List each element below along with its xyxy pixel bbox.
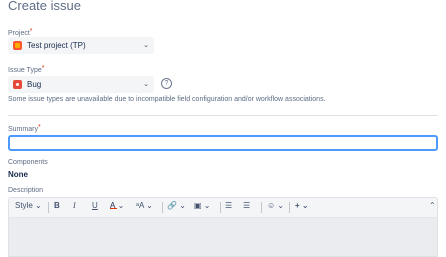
description-label: Description [8,187,44,194]
page-title: Create issue [8,0,81,13]
numbered-list-icon: ☰ [243,201,251,210]
toolbar-divider [162,202,163,213]
more-formatting-button[interactable]: ᵃA ⌄ [136,201,153,210]
link-button[interactable]: 🔗 ⌄ [167,201,186,210]
chevron-down-icon: ⌄ [35,201,42,210]
issue-type-required-mark: * [41,65,45,72]
project-select[interactable]: Test project (TP) ⌄ [8,37,154,54]
project-label-text: Project [8,30,30,37]
bullet-list-icon: ☰ [225,201,233,210]
emoji-icon: ☺ [267,201,276,210]
summary-input[interactable] [8,135,438,151]
chevron-down-icon: ⌄ [179,201,186,210]
style-label: Style [15,201,33,210]
components-label: Components [8,159,48,166]
project-avatar-icon [13,41,22,50]
text-color-icon: A [110,201,117,210]
toolbar-divider [48,202,49,213]
chevron-down-icon: ⌄ [143,81,149,88]
insert-button[interactable]: + ⌄ [295,201,309,210]
project-label: Project* [8,28,33,37]
issue-type-note: Some issue types are unavailable due to … [8,96,326,103]
more-formatting-icon: ᵃA [136,201,144,210]
description-editor[interactable] [8,217,438,257]
issue-type-select-value: Bug [27,80,42,89]
summary-label: Summary* [8,124,41,133]
chevron-down-icon: ⌄ [203,201,211,210]
issue-type-select[interactable]: Bug ⌄ [8,76,154,93]
summary-label-text: Summary [8,126,38,133]
toolbar-divider [220,202,221,213]
chevron-up-icon: ⌃ [429,201,436,210]
text-color-button[interactable]: A ⌄ [110,201,124,210]
project-select-value: Test project (TP) [27,41,86,50]
attachment-icon: ▣ [194,201,202,210]
bug-icon [13,80,22,89]
underline-button[interactable]: U [92,201,98,210]
bold-button[interactable]: B [54,201,60,210]
emoji-button[interactable]: ☺ ⌄ [267,201,284,210]
description-toolbar: Style ⌄ B I U A ⌄ ᵃA ⌄ 🔗 ⌄ ▣ ⌄ ☰ ☰ ☺ ⌄ +… [8,197,438,217]
collapse-toolbar-button[interactable]: ⌃ [429,201,436,210]
chevron-down-icon: ⌄ [301,201,309,210]
numbered-list-button[interactable]: ☰ [243,201,250,210]
toolbar-divider [289,202,290,213]
style-dropdown[interactable]: Style ⌄ [15,201,42,210]
plus-icon: + [295,201,300,210]
summary-required-mark: * [37,124,41,131]
help-icon[interactable]: ? [161,78,172,89]
toolbar-divider [261,202,262,213]
chevron-down-icon: ⌄ [277,201,285,210]
issue-type-label-text: Issue Type [8,67,42,74]
bullet-list-button[interactable]: ☰ [225,201,232,210]
project-required-mark: * [29,28,33,35]
chevron-down-icon: ⌄ [117,201,125,210]
issue-type-label: Issue Type* [8,65,45,74]
attachment-button[interactable]: ▣ ⌄ [194,201,211,210]
italic-button[interactable]: I [73,201,76,210]
text-color-underline [110,208,117,209]
link-icon: 🔗 [167,201,177,210]
chevron-down-icon: ⌄ [143,42,149,49]
components-value[interactable]: None [8,170,28,179]
section-divider [8,115,438,116]
chevron-down-icon: ⌄ [146,201,153,210]
